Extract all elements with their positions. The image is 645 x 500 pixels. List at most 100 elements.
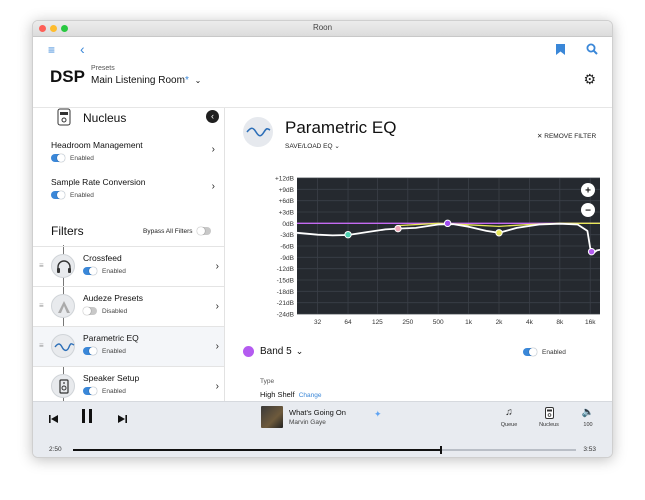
filter-title: Parametric EQ [285, 118, 397, 137]
dsp-sidebar: Nucleus ‹ Headroom Management Enabled › … [33, 108, 225, 402]
filter-row-speaker-setup[interactable]: Speaker Setup Enabled › [33, 366, 224, 402]
x-tick-label: 8k [556, 319, 564, 326]
y-tick-label: +6dB [279, 198, 294, 205]
type-value-group: High Shelf Change [260, 390, 321, 399]
speaker-setup-toggle[interactable] [83, 387, 97, 395]
drag-handle-icon[interactable]: ≡ [39, 341, 44, 350]
presets-label: Presets [91, 65, 115, 72]
nucleus-device-icon [536, 407, 562, 419]
x-tick-label: 125 [372, 319, 383, 326]
settings-gear-icon[interactable]: ⚙ [583, 71, 596, 88]
band-point-2[interactable] [394, 224, 402, 233]
filter-status: Enabled [102, 387, 126, 395]
preset-name: Main Listening Room [91, 75, 185, 86]
volume-button[interactable]: 🔈 100 [575, 407, 601, 428]
headphones-icon [51, 254, 75, 278]
collapse-sidebar-button[interactable]: ‹ [206, 110, 219, 123]
change-type-link[interactable]: Change [299, 392, 322, 399]
filter-row-crossfeed[interactable]: ≡ Crossfeed Enabled › [33, 246, 224, 286]
filter-name: Parametric EQ [83, 333, 139, 343]
headroom-toggle[interactable] [51, 154, 65, 162]
filter-status: Enabled [102, 267, 126, 275]
y-tick-label: -6dB [280, 244, 294, 251]
progress-knob[interactable] [440, 446, 443, 454]
remove-filter-button[interactable]: ✕ REMOVE FILTER [537, 132, 596, 140]
save-load-eq-button[interactable]: SAVE/LOAD EQ ⌄ [285, 142, 340, 150]
previous-track-icon[interactable] [49, 411, 59, 429]
radio-sparkle-icon[interactable]: ✦ [374, 409, 382, 420]
y-tick-label: 0dB [282, 221, 294, 228]
band-point-4[interactable] [495, 229, 503, 237]
zone-button[interactable]: Nucleus [536, 407, 562, 428]
bypass-all-filters[interactable]: Bypass All Filters [143, 227, 211, 235]
chevron-right-icon: › [211, 144, 215, 155]
parametric-eq-toggle[interactable] [83, 347, 97, 355]
band-point-1[interactable] [344, 230, 352, 239]
y-tick-label: -9dB [280, 255, 294, 262]
x-tick-label: 2k [496, 319, 504, 326]
song-title[interactable]: What's Going On [289, 408, 346, 417]
preset-selector[interactable]: Main Listening Room* ⌄ [91, 75, 201, 86]
filter-detail-panel: Parametric EQ SAVE/LOAD EQ ⌄ ✕ REMOVE FI… [225, 108, 612, 402]
page-title: DSP [50, 67, 85, 86]
bypass-label: Bypass All Filters [143, 227, 193, 235]
chevron-down-icon: ⌄ [295, 346, 304, 356]
search-icon[interactable] [586, 43, 598, 57]
zoom-out-button-label: − [585, 206, 591, 217]
type-value: High Shelf [260, 390, 295, 399]
band-selector[interactable]: Band 5 ⌄ [243, 346, 303, 357]
y-tick-label: -3dB [280, 232, 294, 239]
y-tick-label: +3dB [279, 210, 294, 217]
pause-icon[interactable] [81, 408, 93, 429]
chevron-right-icon: › [215, 261, 219, 272]
y-tick-label: -18dB [277, 289, 294, 296]
drag-handle-icon[interactable]: ≡ [39, 261, 44, 270]
artist-name[interactable]: Marvin Gaye [289, 419, 326, 426]
filter-name: Crossfeed [83, 253, 122, 263]
eq-graph[interactable]: +12dB +9dB +6dB +3dB 0dB -3dB -6dB -9dB -12dB -15… [259, 174, 604, 334]
filter-row-audeze-presets[interactable]: ≡ Audeze Presets Disabled › [33, 286, 224, 326]
chevron-right-icon: › [211, 181, 215, 192]
filter-name: Speaker Setup [83, 373, 140, 383]
sample-rate-toggle[interactable] [51, 191, 65, 199]
chevron-right-icon: › [215, 341, 219, 352]
y-tick-label: +9dB [279, 187, 294, 194]
device-header: Nucleus ‹ [33, 108, 224, 134]
sample-rate-conversion-setting[interactable]: Sample Rate Conversion Enabled › [51, 177, 221, 199]
zoom-in-button-label: + [585, 186, 591, 197]
drag-handle-icon[interactable]: ≡ [39, 301, 44, 310]
setting-title: Sample Rate Conversion [51, 177, 146, 187]
setting-status: Enabled [70, 191, 94, 199]
player-bar: What's Going On Marvin Gaye ✦ ♫ Queue Nu… [33, 401, 612, 457]
headroom-management-setting[interactable]: Headroom Management Enabled › [51, 140, 221, 162]
band-point-5[interactable] [587, 247, 596, 256]
title-bar: Roon [33, 21, 612, 37]
menu-icon[interactable]: ≡ [48, 44, 55, 56]
crossfeed-toggle[interactable] [83, 267, 97, 275]
top-toolbar: ≡ ‹ [33, 37, 612, 63]
dsp-content: Nucleus ‹ Headroom Management Enabled › … [33, 107, 612, 402]
progress-bar[interactable] [73, 446, 576, 454]
filter-name: Audeze Presets [83, 293, 144, 303]
speaker-icon [51, 374, 75, 398]
progress-fill [73, 449, 441, 451]
y-tick-label: -21dB [277, 300, 294, 307]
x-tick-label: 32 [314, 319, 322, 326]
type-label: Type [260, 378, 275, 385]
audeze-toggle[interactable] [83, 307, 97, 315]
volume-level: 100 [583, 422, 593, 428]
band-enabled-toggle-group[interactable]: Enabled [523, 348, 566, 356]
bookmark-icon[interactable] [556, 44, 565, 57]
next-track-icon[interactable] [117, 411, 127, 429]
back-icon[interactable]: ‹ [80, 42, 85, 56]
chevron-right-icon: › [215, 301, 219, 312]
bypass-toggle[interactable] [196, 227, 211, 235]
filter-status: Disabled [102, 307, 128, 315]
preset-modified-mark: * [184, 75, 189, 86]
band-point-3[interactable] [443, 219, 452, 228]
album-art[interactable] [261, 406, 283, 428]
queue-button[interactable]: ♫ Queue [496, 407, 522, 428]
audeze-logo-icon [51, 294, 75, 318]
band-enabled-toggle[interactable] [523, 348, 537, 356]
filter-row-parametric-eq[interactable]: ≡ Parametric EQ Enabled › [33, 326, 224, 366]
